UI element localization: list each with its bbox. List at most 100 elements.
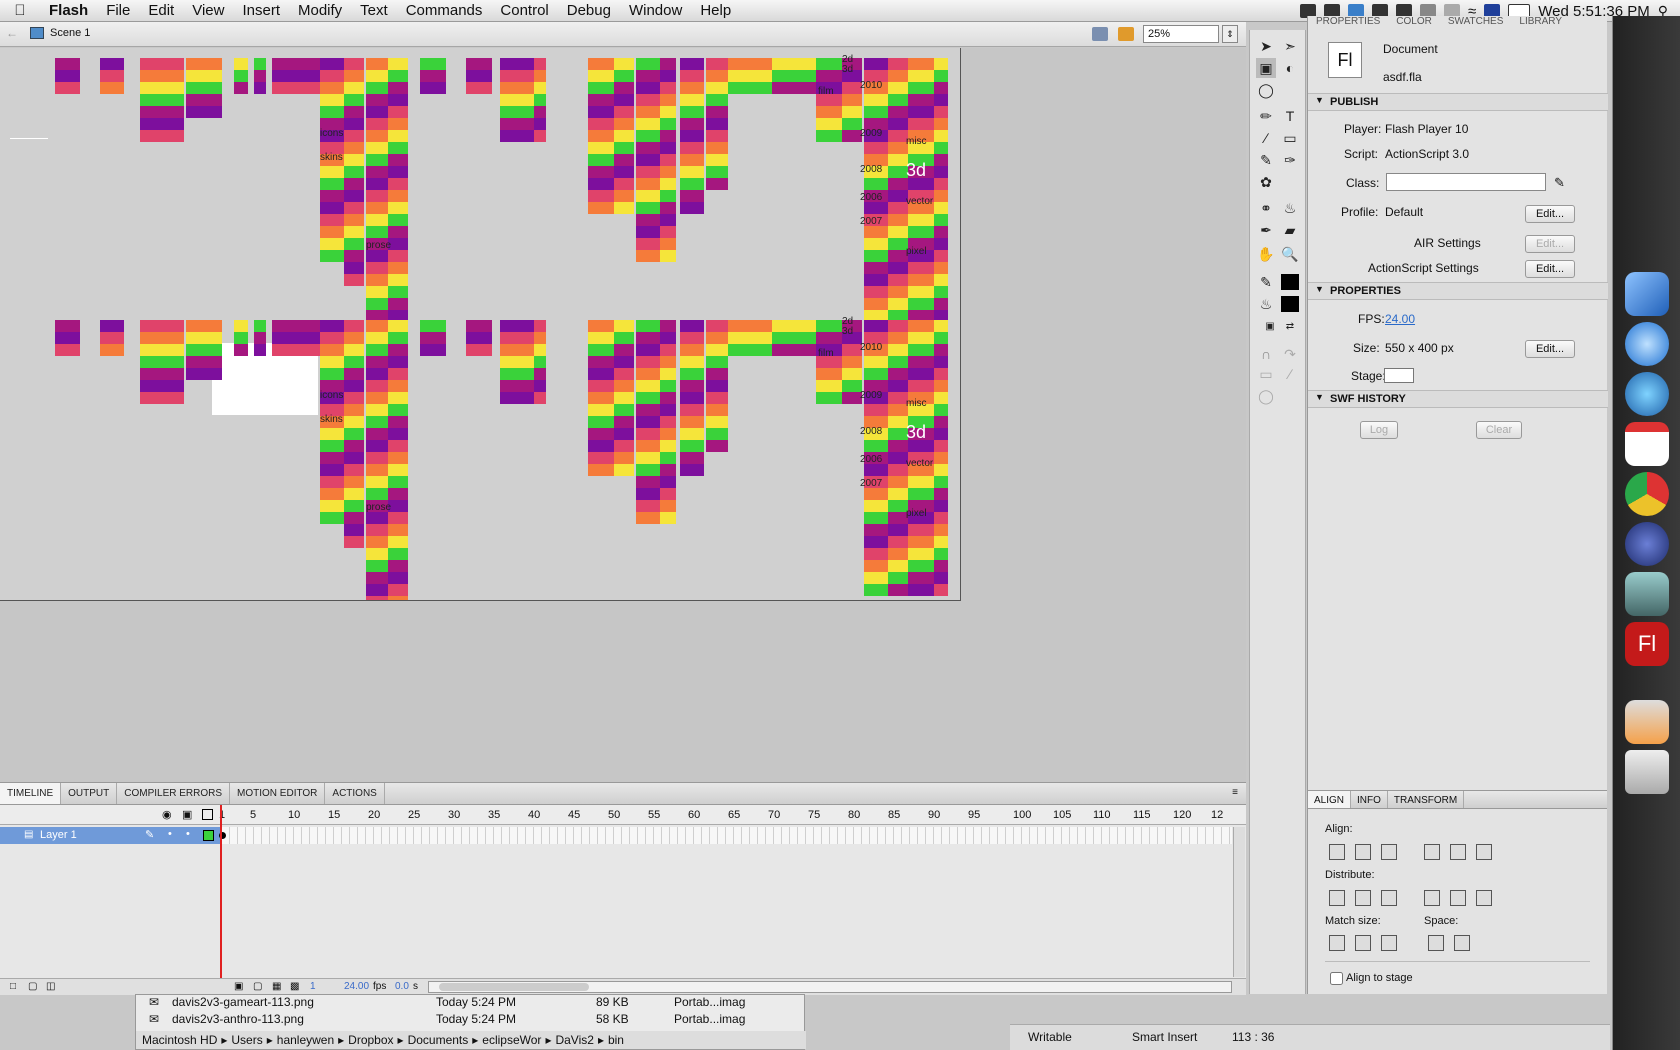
lock-icon[interactable]: ▣: [182, 808, 192, 821]
scene-breadcrumb[interactable]: Scene 1: [30, 27, 90, 39]
free-transform-tool-icon[interactable]: ▣: [1256, 58, 1276, 78]
match-width-icon[interactable]: [1329, 935, 1345, 951]
itunes-icon[interactable]: [1625, 372, 1669, 416]
zoom-dropdown-icon[interactable]: ⇕: [1222, 25, 1238, 43]
delete-layer-icon[interactable]: ◫: [46, 981, 55, 992]
frames-row[interactable]: [219, 827, 1232, 844]
tab-compiler-errors[interactable]: COMPILER ERRORS: [117, 783, 231, 804]
zoom-input[interactable]: 25%: [1143, 25, 1219, 43]
menu-commands[interactable]: Commands: [397, 0, 492, 22]
menu-app[interactable]: Flash: [40, 0, 97, 22]
text-tool-icon[interactable]: T: [1280, 106, 1300, 126]
menu-text[interactable]: Text: [351, 0, 397, 22]
align-bottom-icon[interactable]: [1476, 844, 1492, 860]
option-icon[interactable]: ∕: [1280, 364, 1300, 384]
swap-colors-icon[interactable]: ⇄: [1280, 316, 1300, 336]
eclipse-icon[interactable]: [1625, 522, 1669, 566]
eyedropper-tool-icon[interactable]: ✒: [1256, 220, 1276, 240]
pen-tool-icon[interactable]: ✏: [1256, 106, 1276, 126]
visible-dot-icon[interactable]: •: [168, 828, 172, 840]
path-segment[interactable]: Macintosh HD: [142, 1033, 217, 1047]
space-horizontal-icon[interactable]: [1454, 935, 1470, 951]
iphoto-icon[interactable]: [1625, 572, 1669, 616]
edit-symbols-icon[interactable]: [1118, 27, 1134, 41]
edit-as-button[interactable]: Edit...: [1525, 260, 1575, 278]
menu-modify[interactable]: Modify: [289, 0, 351, 22]
swf-history-section[interactable]: SWF HISTORY: [1308, 390, 1608, 408]
horizontal-scrollbar[interactable]: [428, 981, 1232, 993]
disclosure-icon[interactable]: ▼: [1315, 95, 1324, 105]
layer-row[interactable]: ▤ Layer 1 ✎ • •: [0, 827, 222, 844]
zoom-tool-icon[interactable]: 🔍: [1280, 244, 1300, 264]
path-segment[interactable]: Documents: [408, 1033, 469, 1047]
tab-properties[interactable]: PROPERTIES: [1308, 16, 1388, 28]
menu-window[interactable]: Window: [620, 0, 691, 22]
chrome-icon[interactable]: [1625, 472, 1669, 516]
align-right-icon[interactable]: [1381, 844, 1397, 860]
stroke-color-icon[interactable]: ✎: [1256, 272, 1276, 292]
path-segment[interactable]: DaVis2: [555, 1033, 593, 1047]
deco-tool-icon[interactable]: ✿: [1256, 172, 1276, 192]
list-item[interactable]: ✉ davis2v3-gameart-113.png Today 5:24 PM…: [136, 993, 806, 1011]
flash-app-icon[interactable]: Fl: [1625, 622, 1669, 666]
distribute-left-icon[interactable]: [1424, 890, 1440, 906]
tab-motion-editor[interactable]: MOTION EDITOR: [230, 783, 326, 804]
calendar-icon[interactable]: [1625, 422, 1669, 466]
hand-tool-icon[interactable]: ✋: [1256, 244, 1276, 264]
layer-outline-icon[interactable]: [203, 830, 214, 841]
apple-menu-icon[interactable]: : [0, 2, 40, 19]
path-segment[interactable]: eclipseWor: [482, 1033, 541, 1047]
match-height-icon[interactable]: [1355, 935, 1371, 951]
edit-profile-button[interactable]: Edit...: [1525, 205, 1575, 223]
pencil-tool-icon[interactable]: ✎: [1256, 150, 1276, 170]
path-segment[interactable]: bin: [608, 1033, 624, 1047]
fill-color-icon[interactable]: ♨: [1256, 294, 1276, 314]
stage-area[interactable]: 2d 3d film 2010 2009 2008 2006 2007 misc 3d skins i…: [0, 48, 1246, 782]
straighten-icon[interactable]: ▭: [1256, 364, 1276, 384]
path-segment[interactable]: Users: [231, 1033, 262, 1047]
class-input[interactable]: [1386, 173, 1546, 191]
current-frame[interactable]: 1: [310, 981, 316, 992]
distribute-bottom-icon[interactable]: [1381, 890, 1397, 906]
path-segment[interactable]: Dropbox: [348, 1033, 393, 1047]
rectangle-tool-icon[interactable]: ▭: [1280, 128, 1300, 148]
scroll-thumb[interactable]: [439, 983, 589, 991]
space-vertical-icon[interactable]: [1428, 935, 1444, 951]
tab-align[interactable]: ALIGN: [1308, 791, 1352, 808]
log-button[interactable]: Log: [1360, 421, 1398, 439]
timeline-scrollbar[interactable]: [1233, 827, 1245, 977]
distribute-top-icon[interactable]: [1329, 890, 1345, 906]
eye-icon[interactable]: ◉: [162, 808, 172, 821]
edit-air-button[interactable]: Edit...: [1525, 235, 1575, 253]
eraser-tool-icon[interactable]: ▰: [1280, 220, 1300, 240]
line-tool-icon[interactable]: ∕: [1256, 128, 1276, 148]
stage[interactable]: 2d 3d film 2010 2009 2008 2006 2007 misc 3d skins i…: [0, 48, 961, 601]
clear-button[interactable]: Clear: [1476, 421, 1522, 439]
disclosure-icon[interactable]: ▼: [1315, 392, 1324, 402]
selection-tool-icon[interactable]: ➤: [1256, 36, 1276, 56]
tab-color[interactable]: COLOR: [1388, 16, 1440, 28]
tab-library[interactable]: LIBRARY: [1511, 16, 1570, 28]
align-to-stage-checkbox[interactable]: [1330, 972, 1343, 985]
tab-timeline[interactable]: TIMELINE: [0, 783, 62, 804]
tab-output[interactable]: OUTPUT: [61, 783, 118, 804]
layer-name[interactable]: Layer 1: [40, 829, 77, 841]
brush-tool-icon[interactable]: ✑: [1280, 150, 1300, 170]
align-vcenter-icon[interactable]: [1450, 844, 1466, 860]
edit-class-pencil-icon[interactable]: ✎: [1554, 175, 1565, 191]
disclosure-icon[interactable]: ▼: [1315, 284, 1324, 294]
edit-size-button[interactable]: Edit...: [1525, 340, 1575, 358]
distribute-right-icon[interactable]: [1476, 890, 1492, 906]
edit-multiple-icon[interactable]: ▦: [272, 981, 281, 992]
outline-icon[interactable]: [202, 809, 213, 820]
3d-rotation-tool-icon[interactable]: ◐: [1280, 58, 1300, 78]
timeline-ruler[interactable]: ◉ ▣ 1 5 10 15 20 25 30 35 40 45 50 55 60…: [0, 805, 1246, 825]
menu-help[interactable]: Help: [691, 0, 740, 22]
finder-icon[interactable]: [1625, 272, 1669, 316]
fill-color-swatch[interactable]: [1281, 296, 1299, 312]
onion-outline-icon[interactable]: ▢: [253, 981, 262, 992]
lock-dot-icon[interactable]: •: [186, 828, 190, 840]
menu-insert[interactable]: Insert: [233, 0, 289, 22]
new-folder-icon[interactable]: ▢: [28, 981, 37, 992]
path-segment[interactable]: hanleywen: [277, 1033, 334, 1047]
